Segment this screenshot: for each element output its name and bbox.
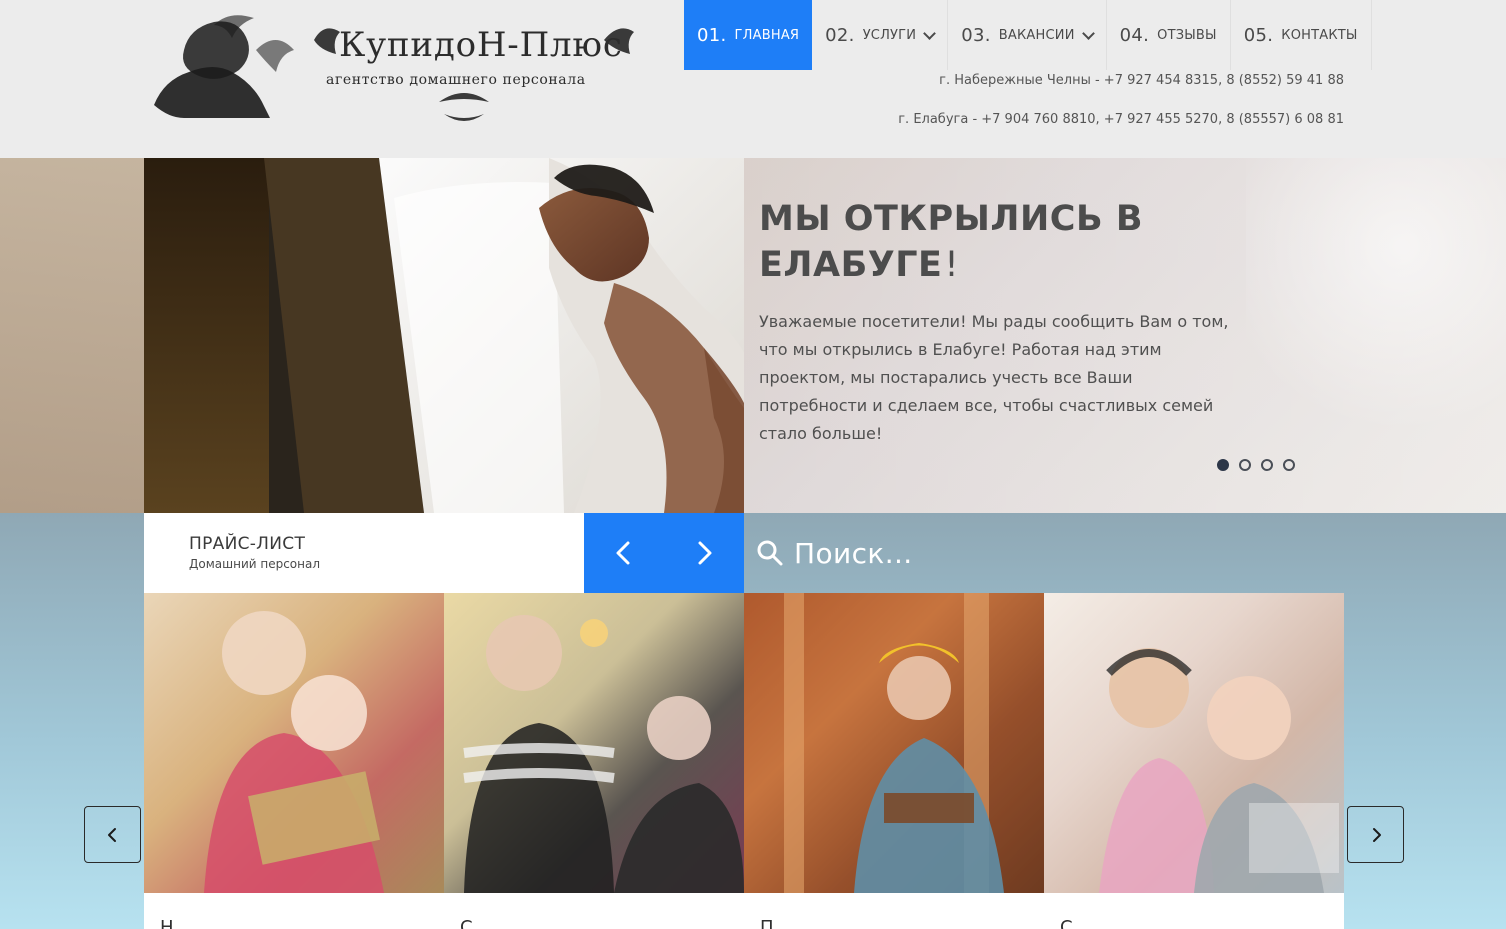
hero-title-suffix: ! (944, 245, 959, 285)
hero-description: Уважаемые посетители! Мы рады сообщить В… (759, 312, 1229, 443)
contact-line-2: г. Елабуга - +7 904 760 8810, +7 927 455… (898, 112, 1344, 127)
nav-number: 01. (697, 24, 727, 46)
brand-tagline: агентство домашнего персонала (326, 72, 586, 88)
chevron-right-icon (1372, 827, 1381, 842)
nav-label: вакансии (998, 27, 1075, 43)
price-list-link[interactable]: ПРАЙС-ЛИСТ Домашний персонал (144, 513, 584, 593)
nav-item-services[interactable]: 02. услуги (812, 0, 949, 70)
chevron-down-icon (1081, 26, 1095, 40)
services-prev-button[interactable] (84, 806, 141, 863)
service-card[interactable]: С (444, 593, 744, 929)
nav-number: 05. (1243, 24, 1274, 46)
hero-slider: МЫ ОТКРЫЛИСЬ В ЕЛАБУГЕ! Уважаемые посети… (0, 158, 1506, 513)
services-section: ПРАЙС-ЛИСТ Домашний персонал Поиск... Н … (0, 513, 1506, 929)
worker-photo-icon (744, 593, 1044, 893)
price-list-subtitle: Домашний персонал (189, 557, 321, 571)
nav-label: услуги (862, 27, 917, 43)
services-cards: Н С П С (144, 593, 1344, 929)
service-card[interactable]: Н (144, 593, 444, 929)
contact-line-1: г. Набережные Челны - +7 927 454 8315, 8… (939, 73, 1344, 88)
price-list-title: ПРАЙС-ЛИСТ (189, 534, 306, 554)
nav-label: отзывы (1157, 27, 1217, 43)
nav-number: 02. (825, 24, 855, 46)
chevron-right-icon (698, 541, 712, 565)
hero-text: МЫ ОТКРЫЛИСЬ В ЕЛАБУГЕ! Уважаемые посети… (759, 196, 1229, 448)
brand-logo[interactable]: КупидоН-Плюс агентство домашнего персона… (144, 10, 644, 130)
brand-name: КупидоН-Плюс (339, 25, 623, 65)
hero-title: МЫ ОТКРЫЛИСЬ В ЕЛАБУГЕ! (759, 196, 1229, 288)
carousel-prev-button[interactable] (584, 513, 664, 593)
nav-item-vacancies[interactable]: 03. вакансии (948, 0, 1107, 70)
header: КупидоН-Плюс агентство домашнего персона… (0, 0, 1506, 158)
nav-item-reviews[interactable]: 04. отзывы (1107, 0, 1231, 70)
slider-dot[interactable] (1217, 459, 1229, 471)
hero-image (144, 158, 744, 513)
nav-item-home[interactable]: 01. главная (684, 0, 813, 70)
hero-background-left (0, 158, 144, 513)
couple-photo-icon (1044, 593, 1344, 893)
carousel-arrows (584, 513, 744, 593)
chevron-down-icon (923, 26, 937, 40)
page: КупидоН-Плюс агентство домашнего персона… (0, 0, 1506, 929)
services-next-button[interactable] (1347, 806, 1404, 863)
main-nav: 01. главная 02. услуги 03. вакансии 04. … (684, 0, 1372, 70)
caregiver-photo-icon (444, 593, 744, 893)
chevron-left-icon (616, 541, 630, 565)
hero-slider-dots (1217, 459, 1295, 471)
search-input[interactable]: Поиск... (794, 537, 913, 570)
slider-dot[interactable] (1261, 459, 1273, 471)
search-bar[interactable]: Поиск... (744, 513, 1344, 593)
chevron-left-icon (107, 827, 116, 842)
nav-item-contacts[interactable]: 05. контакты (1231, 0, 1372, 70)
slider-dot[interactable] (1283, 459, 1295, 471)
nanny-photo-icon (144, 593, 444, 893)
service-card-title: П (760, 917, 774, 929)
carousel-next-button[interactable] (664, 513, 744, 593)
service-card[interactable]: П (744, 593, 1044, 929)
service-card-title: С (1060, 917, 1073, 929)
slider-dot[interactable] (1239, 459, 1251, 471)
search-icon (757, 540, 783, 566)
nav-number: 03. (961, 24, 991, 46)
service-card[interactable]: С (1044, 593, 1344, 929)
nav-label: главная (734, 27, 800, 43)
nav-number: 04. (1119, 24, 1150, 46)
service-card-title: Н (160, 917, 174, 929)
service-card-title: С (460, 917, 473, 929)
nav-label: контакты (1281, 27, 1358, 43)
